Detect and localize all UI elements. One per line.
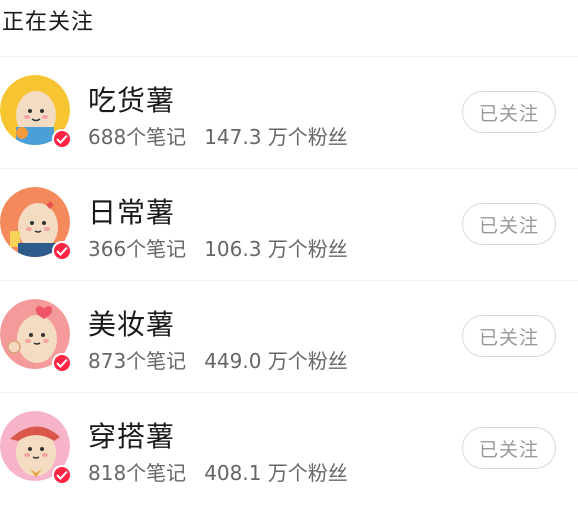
fans-count: 106.3 万个粉丝 bbox=[204, 237, 348, 261]
account-stats: 366个笔记 106.3 万个粉丝 bbox=[88, 233, 348, 262]
account-stats: 688个笔记 147.3 万个粉丝 bbox=[88, 121, 348, 150]
followed-button[interactable]: 已关注 bbox=[462, 315, 556, 357]
notes-count: 818个笔记 bbox=[88, 461, 187, 485]
account-name: 日常薯 bbox=[88, 196, 176, 229]
list-item[interactable]: 吃货薯 688个笔记 147.3 万个粉丝 已关注 bbox=[0, 56, 578, 168]
followed-button[interactable]: 已关注 bbox=[462, 203, 556, 245]
avatar[interactable] bbox=[0, 411, 74, 485]
verified-badge-icon bbox=[52, 353, 72, 373]
section-title: 正在关注 bbox=[2, 10, 95, 35]
avatar[interactable] bbox=[0, 187, 74, 261]
account-stats: 873个笔记 449.0 万个粉丝 bbox=[88, 345, 348, 374]
followed-button[interactable]: 已关注 bbox=[462, 91, 556, 133]
account-name: 吃货薯 bbox=[88, 84, 176, 117]
account-stats: 818个笔记 408.1 万个粉丝 bbox=[88, 457, 348, 486]
notes-count: 873个笔记 bbox=[88, 349, 187, 373]
account-name: 美妆薯 bbox=[88, 308, 176, 341]
notes-count: 366个笔记 bbox=[88, 237, 187, 261]
account-name: 穿搭薯 bbox=[88, 420, 176, 453]
verified-badge-icon bbox=[52, 241, 72, 261]
followed-button[interactable]: 已关注 bbox=[462, 427, 556, 469]
verified-badge-icon bbox=[52, 129, 72, 149]
fans-count: 147.3 万个粉丝 bbox=[204, 125, 348, 149]
list-item[interactable]: 日常薯 366个笔记 106.3 万个粉丝 已关注 bbox=[0, 168, 578, 280]
fans-count: 449.0 万个粉丝 bbox=[204, 349, 348, 373]
avatar[interactable] bbox=[0, 75, 74, 149]
following-list: 吃货薯 688个笔记 147.3 万个粉丝 已关注 日常薯 366个笔记 106… bbox=[0, 56, 578, 504]
avatar[interactable] bbox=[0, 299, 74, 373]
fans-count: 408.1 万个粉丝 bbox=[204, 461, 348, 485]
notes-count: 688个笔记 bbox=[88, 125, 187, 149]
verified-badge-icon bbox=[52, 465, 72, 485]
list-item[interactable]: 美妆薯 873个笔记 449.0 万个粉丝 已关注 bbox=[0, 280, 578, 392]
list-item[interactable]: 穿搭薯 818个笔记 408.1 万个粉丝 已关注 bbox=[0, 392, 578, 504]
